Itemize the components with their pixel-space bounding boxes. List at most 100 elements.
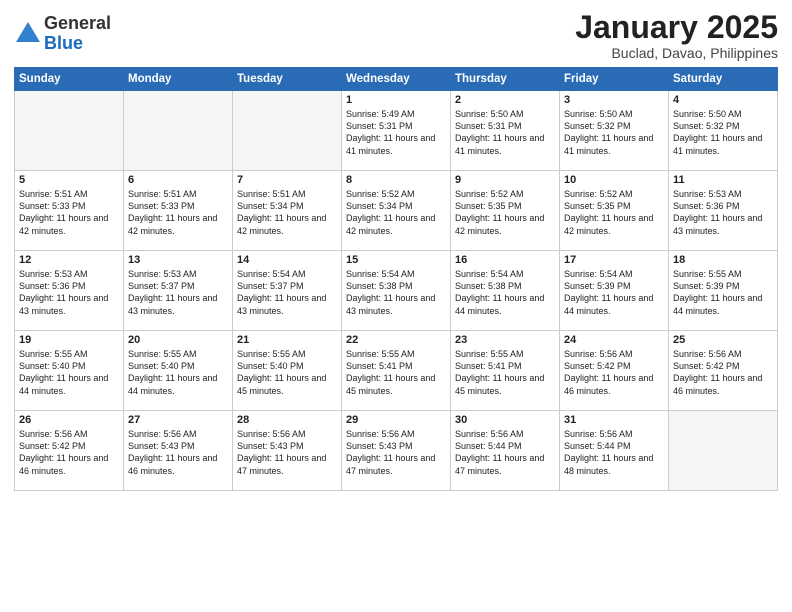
day-number: 6 bbox=[128, 174, 228, 186]
cell-info: Sunrise: 5:56 AMSunset: 5:43 PMDaylight:… bbox=[237, 428, 337, 477]
day-number: 17 bbox=[564, 254, 664, 266]
cal-cell: 9Sunrise: 5:52 AMSunset: 5:35 PMDaylight… bbox=[451, 171, 560, 251]
cell-info: Sunrise: 5:56 AMSunset: 5:44 PMDaylight:… bbox=[455, 428, 555, 477]
cal-cell: 31Sunrise: 5:56 AMSunset: 5:44 PMDayligh… bbox=[560, 411, 669, 491]
day-number: 15 bbox=[346, 254, 446, 266]
cell-info: Sunrise: 5:53 AMSunset: 5:36 PMDaylight:… bbox=[19, 268, 119, 317]
cal-cell: 15 Sunrise: 5:54 AMSunset: 5:38 PMDayligh… bbox=[342, 251, 451, 331]
cell-info: Sunrise: 5:52 AMSunset: 5:35 PMDaylight:… bbox=[564, 188, 664, 237]
day-number: 1 bbox=[346, 94, 446, 106]
cal-cell: 1 Sunrise: 5:49 AMSunset: 5:31 PMDaylight… bbox=[342, 91, 451, 171]
day-number: 14 bbox=[237, 254, 337, 266]
cal-cell: 20Sunrise: 5:55 AMSunset: 5:40 PMDayligh… bbox=[124, 331, 233, 411]
cell-info: Sunrise: 5:51 AMSunset: 5:33 PMDaylight:… bbox=[128, 188, 228, 237]
cell-info: Sunrise: 5:53 AMSunset: 5:36 PMDaylight:… bbox=[673, 188, 773, 237]
logo: General Blue bbox=[14, 14, 111, 54]
cell-info: Sunrise: 5:55 AMSunset: 5:40 PMDaylight:… bbox=[19, 348, 119, 397]
day-number: 10 bbox=[564, 174, 664, 186]
cal-cell: 26 Sunrise: 5:56 AMSunset: 5:42 PMDayligh… bbox=[15, 411, 124, 491]
cell-info: Sunrise: 5:54 AMSunset: 5:39 PMDaylight:… bbox=[564, 268, 664, 317]
day-number: 24 bbox=[564, 334, 664, 346]
week-row-2: 12 Sunrise: 5:53 AMSunset: 5:36 PMDayligh… bbox=[15, 251, 778, 331]
day-header-friday: Friday bbox=[560, 68, 669, 91]
day-number: 4 bbox=[673, 94, 773, 106]
cal-cell: 28 Sunrise: 5:56 AMSunset: 5:43 PMDayligh… bbox=[233, 411, 342, 491]
subtitle: Buclad, Davao, Philippines bbox=[575, 45, 778, 61]
cell-info: Sunrise: 5:56 AMSunset: 5:42 PMDaylight:… bbox=[673, 348, 773, 397]
day-header-saturday: Saturday bbox=[669, 68, 778, 91]
cell-info: Sunrise: 5:50 AMSunset: 5:31 PMDaylight:… bbox=[455, 108, 555, 157]
cell-info: Sunrise: 5:49 AMSunset: 5:31 PMDaylight:… bbox=[346, 108, 446, 157]
cal-cell: 2 Sunrise: 5:50 AMSunset: 5:31 PMDaylight… bbox=[451, 91, 560, 171]
cell-info: Sunrise: 5:51 AMSunset: 5:34 PMDaylight:… bbox=[237, 188, 337, 237]
day-number: 11 bbox=[673, 174, 773, 186]
month-title: January 2025 bbox=[575, 10, 778, 45]
day-number: 19 bbox=[19, 334, 119, 346]
day-number: 22 bbox=[346, 334, 446, 346]
cell-info: Sunrise: 5:51 AMSunset: 5:33 PMDaylight:… bbox=[19, 188, 119, 237]
cal-cell bbox=[124, 91, 233, 171]
day-header-wednesday: Wednesday bbox=[342, 68, 451, 91]
day-number: 18 bbox=[673, 254, 773, 266]
day-number: 26 bbox=[19, 414, 119, 426]
cal-cell: 13 Sunrise: 5:53 AMSunset: 5:37 PMDayligh… bbox=[124, 251, 233, 331]
cell-info: Sunrise: 5:56 AMSunset: 5:44 PMDaylight:… bbox=[564, 428, 664, 477]
header: General Blue January 2025 Buclad, Davao,… bbox=[14, 10, 778, 61]
cell-info: Sunrise: 5:56 AMSunset: 5:42 PMDaylight:… bbox=[19, 428, 119, 477]
day-number: 9 bbox=[455, 174, 555, 186]
week-row-1: 5 Sunrise: 5:51 AMSunset: 5:33 PMDaylight… bbox=[15, 171, 778, 251]
day-number: 7 bbox=[237, 174, 337, 186]
cal-cell: 19 Sunrise: 5:55 AMSunset: 5:40 PMDayligh… bbox=[15, 331, 124, 411]
day-number: 8 bbox=[346, 174, 446, 186]
title-block: January 2025 Buclad, Davao, Philippines bbox=[575, 10, 778, 61]
cell-info: Sunrise: 5:54 AMSunset: 5:38 PMDaylight:… bbox=[346, 268, 446, 317]
day-number: 29 bbox=[346, 414, 446, 426]
day-number: 12 bbox=[19, 254, 119, 266]
cal-cell: 3Sunrise: 5:50 AMSunset: 5:32 PMDaylight… bbox=[560, 91, 669, 171]
cal-cell: 17 Sunrise: 5:54 AMSunset: 5:39 PMDayligh… bbox=[560, 251, 669, 331]
cell-info: Sunrise: 5:55 AMSunset: 5:40 PMDaylight:… bbox=[128, 348, 228, 397]
cell-info: Sunrise: 5:56 AMSunset: 5:43 PMDaylight:… bbox=[346, 428, 446, 477]
cal-cell: 11 Sunrise: 5:53 AMSunset: 5:36 PMDayligh… bbox=[669, 171, 778, 251]
cal-cell: 25Sunrise: 5:56 AMSunset: 5:42 PMDayligh… bbox=[669, 331, 778, 411]
cal-cell bbox=[233, 91, 342, 171]
cal-cell: 8Sunrise: 5:52 AMSunset: 5:34 PMDaylight… bbox=[342, 171, 451, 251]
calendar-table: SundayMondayTuesdayWednesdayThursdayFrid… bbox=[14, 67, 778, 491]
day-number: 28 bbox=[237, 414, 337, 426]
cal-cell: 27Sunrise: 5:56 AMSunset: 5:43 PMDayligh… bbox=[124, 411, 233, 491]
cell-info: Sunrise: 5:50 AMSunset: 5:32 PMDaylight:… bbox=[564, 108, 664, 157]
cal-cell: 16Sunrise: 5:54 AMSunset: 5:38 PMDayligh… bbox=[451, 251, 560, 331]
logo-general-text: General bbox=[44, 14, 111, 34]
cal-cell: 12 Sunrise: 5:53 AMSunset: 5:36 PMDayligh… bbox=[15, 251, 124, 331]
cal-cell: 4Sunrise: 5:50 AMSunset: 5:32 PMDaylight… bbox=[669, 91, 778, 171]
logo-blue-text: Blue bbox=[44, 34, 111, 54]
cal-cell: 6 Sunrise: 5:51 AMSunset: 5:33 PMDaylight… bbox=[124, 171, 233, 251]
logo-text: General Blue bbox=[44, 14, 111, 54]
day-number: 23 bbox=[455, 334, 555, 346]
cell-info: Sunrise: 5:53 AMSunset: 5:37 PMDaylight:… bbox=[128, 268, 228, 317]
cal-cell: 23 Sunrise: 5:55 AMSunset: 5:41 PMDayligh… bbox=[451, 331, 560, 411]
cal-cell: 7 Sunrise: 5:51 AMSunset: 5:34 PMDaylight… bbox=[233, 171, 342, 251]
cal-cell: 21Sunrise: 5:55 AMSunset: 5:40 PMDayligh… bbox=[233, 331, 342, 411]
day-header-monday: Monday bbox=[124, 68, 233, 91]
cal-cell: 22 Sunrise: 5:55 AMSunset: 5:41 PMDayligh… bbox=[342, 331, 451, 411]
cal-cell bbox=[15, 91, 124, 171]
week-row-0: 1 Sunrise: 5:49 AMSunset: 5:31 PMDaylight… bbox=[15, 91, 778, 171]
logo-icon bbox=[14, 20, 42, 48]
cal-cell bbox=[669, 411, 778, 491]
cal-cell: 18 Sunrise: 5:55 AMSunset: 5:39 PMDayligh… bbox=[669, 251, 778, 331]
cal-cell: 24Sunrise: 5:56 AMSunset: 5:42 PMDayligh… bbox=[560, 331, 669, 411]
day-number: 2 bbox=[455, 94, 555, 106]
header-row: SundayMondayTuesdayWednesdayThursdayFrid… bbox=[15, 68, 778, 91]
day-header-thursday: Thursday bbox=[451, 68, 560, 91]
cell-info: Sunrise: 5:55 AMSunset: 5:41 PMDaylight:… bbox=[455, 348, 555, 397]
day-number: 27 bbox=[128, 414, 228, 426]
day-number: 5 bbox=[19, 174, 119, 186]
cal-cell: 30Sunrise: 5:56 AMSunset: 5:44 PMDayligh… bbox=[451, 411, 560, 491]
day-number: 13 bbox=[128, 254, 228, 266]
page: General Blue January 2025 Buclad, Davao,… bbox=[0, 0, 792, 612]
day-number: 21 bbox=[237, 334, 337, 346]
cell-info: Sunrise: 5:55 AMSunset: 5:39 PMDaylight:… bbox=[673, 268, 773, 317]
cell-info: Sunrise: 5:54 AMSunset: 5:37 PMDaylight:… bbox=[237, 268, 337, 317]
cell-info: Sunrise: 5:55 AMSunset: 5:41 PMDaylight:… bbox=[346, 348, 446, 397]
